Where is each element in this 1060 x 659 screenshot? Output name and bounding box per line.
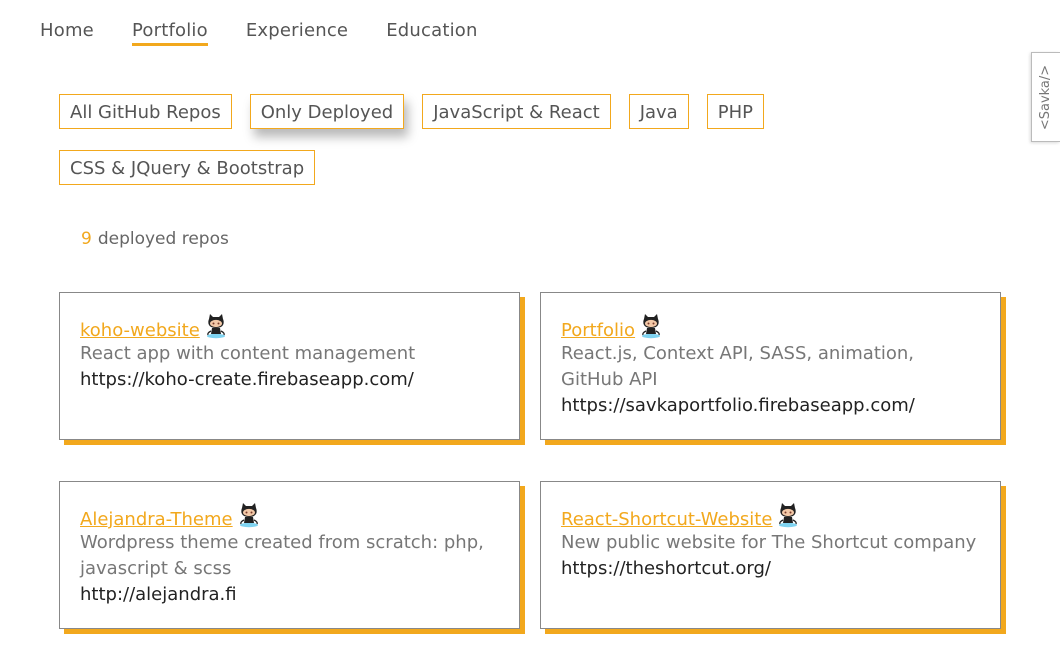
repo-count-number: 9 [81,229,92,249]
filter-all-github-repos[interactable]: All GitHub Repos [59,94,232,129]
nav-portfolio[interactable]: Portfolio [131,20,208,46]
repo-card-header: Portfolio [561,313,980,341]
filter-only-deployed[interactable]: Only Deployed [249,94,405,129]
repo-count: 9 deployed repos [81,229,229,249]
filter-row-1: All GitHub Repos Only Deployed JavaScrip… [59,94,819,129]
github-octocat-icon[interactable] [776,502,800,528]
repo-description: React.js, Context API, SASS, animation, … [561,343,915,390]
repo-card: koho-website React app with content mana… [59,292,520,440]
repo-card-header: Alejandra-Theme [80,502,499,530]
filter-javascript-react[interactable]: JavaScript & React [422,94,611,129]
filter-java[interactable]: Java [628,94,689,129]
side-tab-label: <Savka/> [1038,64,1054,130]
repo-card: Portfolio React.js, Context API, SASS, a… [540,292,1001,440]
github-octocat-icon[interactable] [204,313,228,339]
repo-card: React-Shortcut-Website New public websit… [540,481,1001,629]
filter-row-2: CSS & JQuery & Bootstrap [59,150,819,185]
repo-description: React app with content management [80,343,416,364]
repo-card-header: koho-website [80,313,499,341]
filter-css-jquery-bootstrap[interactable]: CSS & JQuery & Bootstrap [59,150,316,185]
repo-filters: All GitHub Repos Only Deployed JavaScrip… [59,94,819,206]
nav-home[interactable]: Home [40,20,94,46]
top-nav: Home Portfolio Experience Education [40,20,516,46]
nav-experience[interactable]: Experience [246,20,348,46]
repo-description: New public website for The Shortcut comp… [561,532,977,553]
github-octocat-icon[interactable] [237,502,261,528]
repo-card: Alejandra-Theme Wordpress theme created … [59,481,520,629]
repo-title-link[interactable]: Alejandra-Theme [80,509,233,530]
repo-count-label: deployed repos [97,229,229,249]
repo-title-link[interactable]: koho-website [80,320,200,341]
repo-url[interactable]: http://alejandra.fi [80,582,499,608]
filter-php[interactable]: PHP [706,94,764,129]
repo-url[interactable]: https://theshortcut.org/ [561,556,980,582]
repo-title-link[interactable]: React-Shortcut-Website [561,509,772,530]
repo-url[interactable]: https://savkaportfolio.firebaseapp.com/ [561,393,980,419]
github-octocat-icon[interactable] [639,313,663,339]
repo-url[interactable]: https://koho-create.firebaseapp.com/ [80,367,499,393]
side-tab-logo[interactable]: <Savka/> [1031,52,1060,142]
repo-description: Wordpress theme created from scratch: ph… [80,532,484,579]
repo-title-link[interactable]: Portfolio [561,320,635,341]
repo-card-header: React-Shortcut-Website [561,502,980,530]
nav-education[interactable]: Education [386,20,477,46]
page: Home Portfolio Experience Education <Sav… [0,0,1060,659]
